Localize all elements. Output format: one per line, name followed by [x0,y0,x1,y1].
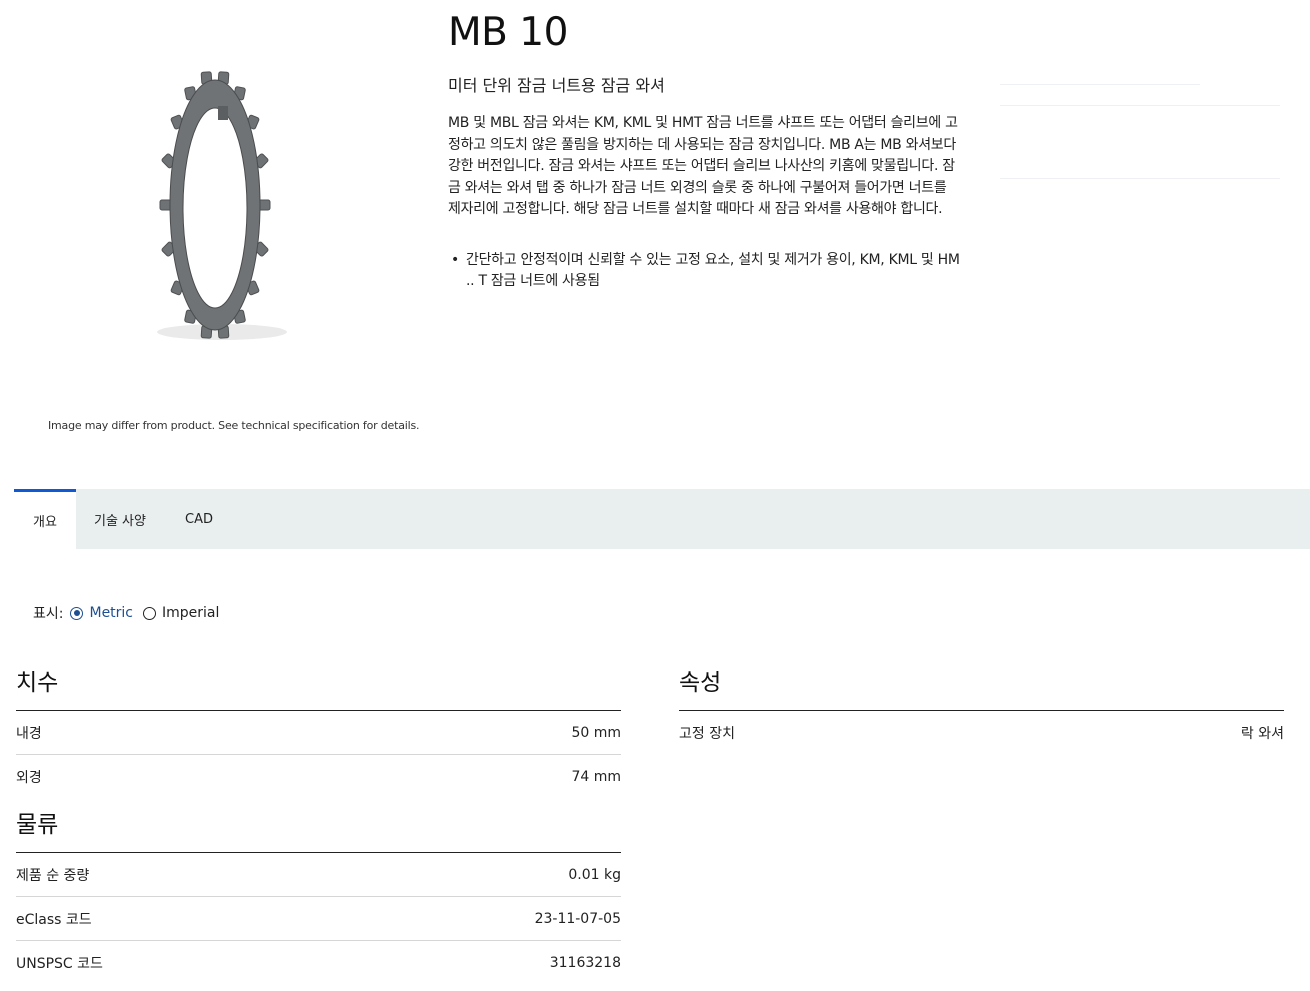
properties-section: 속성 고정 장치 락 와셔 [679,663,1284,755]
product-image [130,60,300,350]
section-heading: 물류 [16,805,621,853]
imperial-label[interactable]: Imperial [162,605,219,621]
dimensions-section: 치수 내경 50 mm 외경 74 mm [16,663,621,799]
page-title: MB 10 [448,10,568,55]
placeholder-line [1000,178,1280,179]
imperial-radio[interactable] [143,606,157,620]
metric-label[interactable]: Metric [89,605,133,621]
row-label: 제품 순 중량 [16,867,90,884]
table-row: UNSPSC 코드 31163218 [16,941,621,985]
section-heading: 속성 [679,663,1284,711]
placeholder-line [1000,105,1280,106]
section-heading: 치수 [16,663,621,711]
row-label: 외경 [16,770,42,786]
feature-list: 간단하고 안정적이며 신뢰할 수 있는 고정 요소, 설치 및 제거가 용이, … [448,250,968,292]
unit-selector: 표시: Metric Imperial [33,603,219,623]
row-value: 31163218 [549,955,621,971]
table-row: 외경 74 mm [16,755,621,799]
table-row: 고정 장치 락 와셔 [679,711,1284,755]
product-subtitle: 미터 단위 잠금 너트용 잠금 와셔 [448,76,665,95]
row-value: 23-11-07-05 [534,910,621,927]
image-disclaimer: Image may differ from product. See techn… [48,419,420,432]
row-label: 고정 장치 [679,726,735,742]
metric-radio[interactable] [70,606,84,620]
tab-bar: 개요 기술 사양 CAD [14,489,1310,549]
row-value: 0.01 kg [568,866,621,883]
tab-cad[interactable]: CAD [185,489,213,549]
unit-label: 표시: [33,606,64,622]
table-row: 제품 순 중량 0.01 kg [16,853,621,897]
lock-washer-icon [157,71,287,340]
row-value: 50 mm [571,724,621,741]
row-value: 74 mm [571,769,621,785]
row-label: eClass 코드 [16,911,92,928]
product-description: MB 및 MBL 잠금 와셔는 KM, KML 및 HMT 잠금 너트를 샤프트… [448,115,958,217]
logistics-section: 물류 제품 순 중량 0.01 kg eClass 코드 23-11-07-05… [16,805,621,985]
list-item: 간단하고 안정적이며 신뢰할 수 있는 고정 요소, 설치 및 제거가 용이, … [448,250,968,292]
table-row: eClass 코드 23-11-07-05 [16,897,621,941]
tab-technical-specs[interactable]: 기술 사양 [94,489,146,549]
tab-overview[interactable]: 개요 [14,489,76,549]
row-label: 내경 [16,725,42,742]
placeholder-line [1000,84,1200,85]
table-row: 내경 50 mm [16,711,621,755]
row-value: 락 와셔 [1240,726,1284,742]
row-label: UNSPSC 코드 [16,956,103,972]
